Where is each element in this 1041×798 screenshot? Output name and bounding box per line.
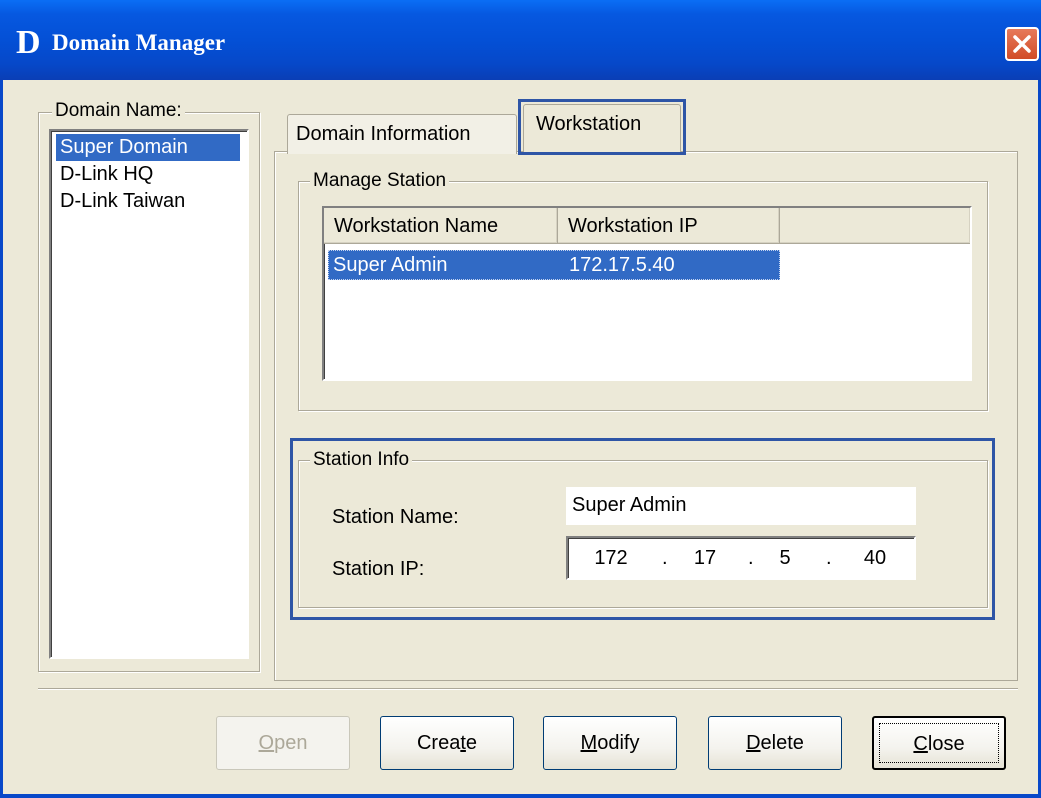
delete-button-accel: D (746, 732, 761, 754)
delete-button[interactable]: Delete (708, 716, 842, 770)
station-ip-field[interactable]: 172 . 17 . 5 . 40 (566, 536, 916, 580)
domain-list-item-dlink-hq[interactable]: D-Link HQ (56, 161, 157, 188)
column-header-filler (780, 208, 970, 244)
station-info-legend: Station Info (310, 449, 413, 471)
domain-manager-window: D Domain Manager Domain Name: Super Doma… (0, 0, 1041, 798)
ip-dot-3: . (826, 547, 832, 569)
ip-octet-3[interactable]: 5 (760, 538, 810, 578)
create-button-label-pre: Crea (416, 732, 461, 754)
workstation-name-cell: Super Admin (333, 254, 448, 276)
column-header-workstation-name[interactable]: Workstation Name (324, 208, 558, 244)
modify-button-accel: M (580, 732, 598, 754)
domain-name-legend: Domain Name: (52, 100, 185, 122)
station-ip-label: Station IP: (332, 558, 425, 580)
ip-dot-2: . (748, 547, 754, 569)
window-title: Domain Manager (52, 30, 226, 55)
workstation-ip-cell: 172.17.5.40 (569, 254, 675, 276)
column-header-workstation-ip[interactable]: Workstation IP (558, 208, 780, 244)
create-button[interactable]: Create (380, 716, 514, 770)
open-button-label-post: pen (274, 732, 308, 754)
manage-station-legend: Manage Station (310, 170, 450, 192)
close-button-focus-ring (879, 723, 999, 763)
create-button-label-post: e (465, 732, 478, 754)
modify-button[interactable]: Modify (543, 716, 677, 770)
open-button[interactable]: Open (216, 716, 350, 770)
window-frame-left (0, 80, 3, 798)
modify-button-label-post: odify (597, 732, 640, 754)
delete-button-label-post: elete (760, 732, 804, 754)
app-logo-icon: D (16, 24, 41, 61)
ip-octet-4[interactable]: 40 (850, 538, 900, 578)
tab-domain-information[interactable]: Domain Information (287, 114, 517, 154)
ip-octet-1[interactable]: 172 (586, 538, 636, 578)
close-button[interactable]: Close (872, 716, 1006, 770)
footer-separator (38, 688, 1018, 690)
domain-list-item-dlink-taiwan[interactable]: D-Link Taiwan (56, 188, 189, 215)
workstation-listview[interactable]: Workstation Name Workstation IP Super Ad… (322, 206, 972, 381)
station-name-field[interactable]: Super Admin (566, 487, 916, 525)
window-frame-bottom (0, 794, 1041, 798)
station-name-label: Station Name: (332, 506, 459, 528)
tab-workstation[interactable]: Workstation (523, 104, 681, 152)
close-x-icon (1013, 35, 1031, 53)
table-row[interactable]: Super Admin 172.17.5.40 (328, 250, 780, 280)
ip-dot-1: . (662, 547, 668, 569)
open-button-accel: O (258, 732, 275, 754)
title-bar[interactable]: D Domain Manager (0, 0, 1041, 80)
ip-octet-2[interactable]: 17 (680, 538, 730, 578)
close-window-button[interactable] (1005, 27, 1039, 61)
station-info-group (298, 460, 988, 608)
domain-list-item-super-domain[interactable]: Super Domain (56, 134, 240, 161)
domain-list[interactable]: Super Domain D-Link HQ D-Link Taiwan (49, 129, 249, 659)
